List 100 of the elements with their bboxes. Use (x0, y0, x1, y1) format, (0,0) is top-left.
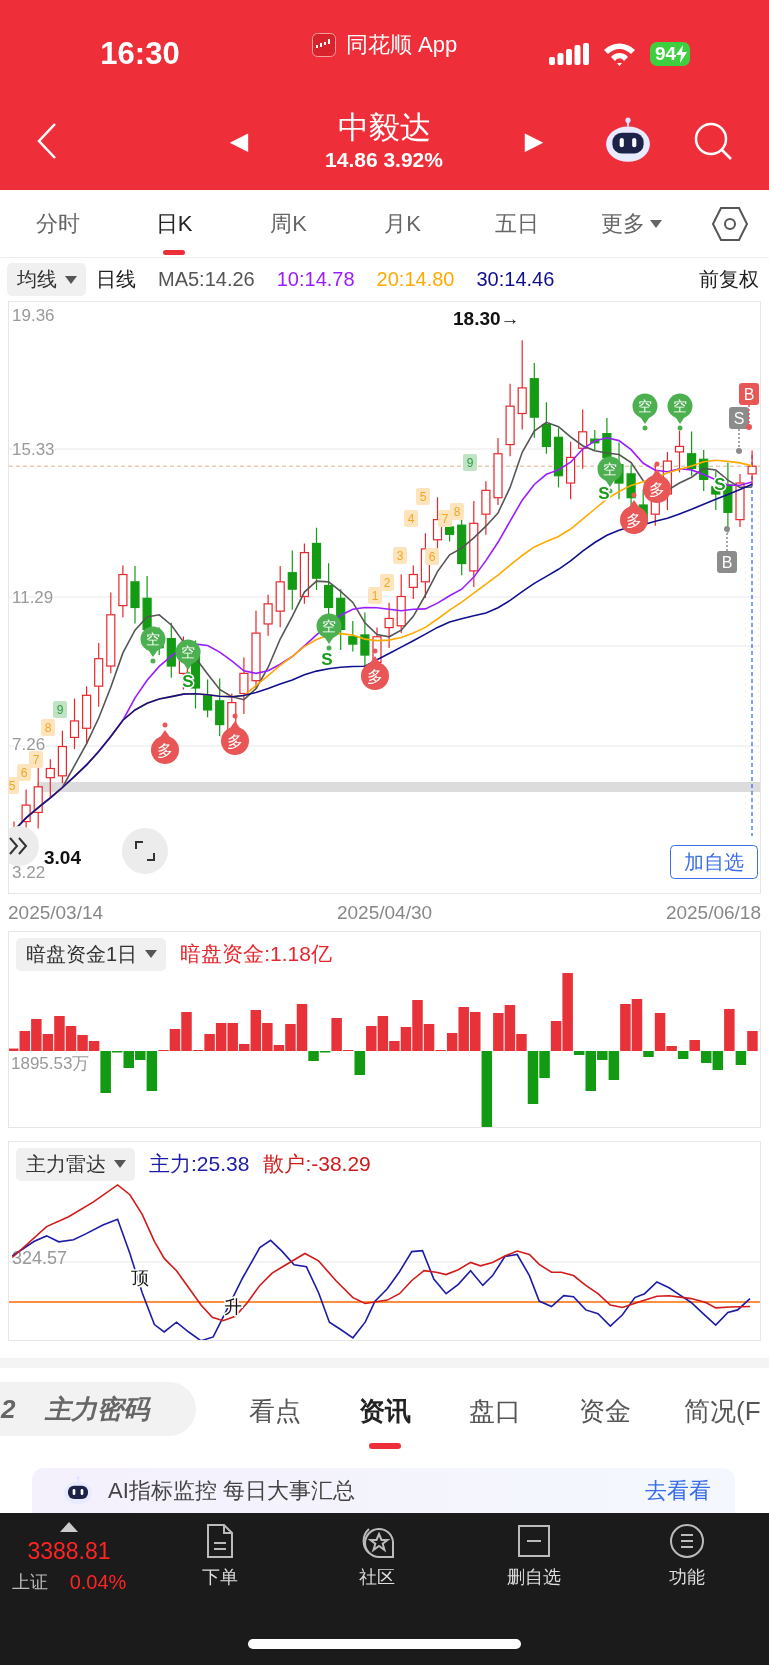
bar (689, 1040, 700, 1051)
signal-letter: S (598, 484, 610, 503)
count-tag: 7 (29, 751, 43, 768)
period-tab[interactable]: 五日 (460, 190, 573, 258)
indicator-dropdown[interactable]: 主力雷达 (16, 1147, 135, 1181)
candle (493, 437, 503, 506)
nav-label[interactable]: 删自选 (507, 1565, 561, 1589)
battery-percent: 94 (655, 42, 677, 65)
app-name: 同花顺 App (345, 30, 458, 59)
indicator-dropdown[interactable]: 暗盘资金1日 (16, 937, 167, 971)
app-icon (311, 32, 336, 57)
count-tag: 1 (368, 587, 382, 604)
long-signal-pin: 多 (221, 713, 249, 755)
candle (311, 527, 322, 591)
candle (299, 542, 309, 605)
count-tag: 6 (17, 764, 31, 781)
feature-button[interactable]: 主力密码 (45, 1391, 149, 1427)
axis-label: 15.33 (12, 440, 55, 459)
stock-name: 中毅达 (337, 108, 431, 147)
detail-tab[interactable]: 资讯 (330, 1368, 440, 1450)
signal-letter: S (321, 650, 333, 669)
date-label: 2025/04/30 (336, 901, 433, 924)
candle (553, 427, 564, 489)
fullscreen-button[interactable] (122, 828, 168, 874)
period-label: 日线 (96, 267, 136, 292)
candle (687, 430, 697, 477)
candle (69, 698, 80, 750)
candle (674, 430, 685, 474)
bar (366, 1026, 377, 1051)
index-change: 0.04% (69, 1571, 127, 1593)
short-signal-pin: 空 (632, 393, 658, 431)
count-tag: 5 (9, 777, 19, 794)
back-button[interactable] (36, 121, 58, 160)
candle (396, 573, 406, 634)
scroll-button[interactable] (9, 826, 39, 866)
index-name: 上证 (11, 1571, 48, 1593)
candle (384, 602, 394, 649)
robot-icon[interactable] (62, 1474, 94, 1507)
long-signal-pin: 多 (620, 492, 648, 534)
add-watchlist-button[interactable]: 加自选 (670, 845, 758, 879)
candle (263, 594, 273, 637)
candle (215, 677, 225, 737)
nav-label[interactable]: 功能 (668, 1565, 705, 1589)
axis-label: 324.57 (12, 1248, 68, 1268)
bar (747, 1031, 758, 1051)
price-annotation: 18.30→ (453, 308, 520, 329)
caret-icon (114, 1160, 126, 1168)
detail-tab[interactable]: 看点 (220, 1368, 330, 1450)
previous-stock-button[interactable]: ◀ (229, 126, 249, 155)
nav-label[interactable]: 社区 (359, 1565, 395, 1589)
period-tab[interactable]: 月K (345, 190, 460, 258)
charging-icon (676, 44, 688, 63)
count-tag: 9 (53, 701, 67, 718)
price-annotation: 3.04 (44, 847, 81, 868)
short-signal-pin: 空 (140, 626, 166, 664)
candle (203, 679, 213, 718)
detail-tab[interactable]: 资金 (550, 1368, 660, 1450)
caret-icon (145, 950, 158, 958)
detail-tab[interactable]: 盘口 (440, 1368, 550, 1450)
candle (735, 473, 745, 528)
adjust-button[interactable]: 前复权 (699, 266, 759, 293)
candle (578, 408, 588, 470)
period-tab[interactable]: 日K (116, 190, 232, 258)
banner-text: AI指标监控 每日大事汇总 (108, 1476, 355, 1505)
long-signal-pin: 多 (643, 461, 671, 503)
ma-value: 20:14.80 (376, 268, 455, 291)
ma-value: 30:14.46 (476, 268, 555, 291)
candle (57, 730, 67, 784)
candle (481, 480, 491, 536)
nav-label[interactable]: 下单 (202, 1565, 238, 1589)
candle (82, 685, 92, 745)
long-signal-pin: 多 (151, 722, 179, 764)
count-tag: 7 (438, 510, 452, 527)
period-tab[interactable]: 更多 (573, 190, 690, 258)
count-tag: 9 (463, 454, 477, 471)
candle (130, 565, 140, 625)
indicator-value: 暗盘资金:1.18亿 (180, 941, 332, 967)
count-tag: 5 (416, 488, 430, 505)
indicator-dropdown[interactable]: 均线 (7, 263, 86, 296)
menu-icon (668, 1523, 705, 1559)
indicator-value: 散户:-38.29 (263, 1151, 371, 1177)
expand-icon (135, 841, 155, 861)
count-tag: 3 (393, 547, 407, 564)
detail-tab[interactable]: 简况(F (660, 1368, 769, 1450)
period-tab[interactable]: 周K (232, 190, 345, 258)
candle (275, 565, 285, 628)
wifi-icon (603, 41, 636, 66)
candle (408, 564, 418, 600)
search-icon[interactable] (692, 120, 733, 161)
settings-icon[interactable] (711, 207, 748, 241)
axis-label: 1895.53万 (11, 1054, 90, 1073)
tab-label: 2 (1, 1393, 17, 1425)
short-signal-pin: 空 (316, 613, 342, 651)
candle (94, 642, 104, 708)
banner-link[interactable]: 去看看 (645, 1475, 711, 1506)
double-chevron-icon (9, 837, 28, 855)
candle (287, 549, 297, 611)
next-stock-button[interactable]: ▶ (524, 126, 544, 155)
period-tab[interactable]: 分时 (0, 190, 116, 258)
candle (747, 449, 757, 487)
